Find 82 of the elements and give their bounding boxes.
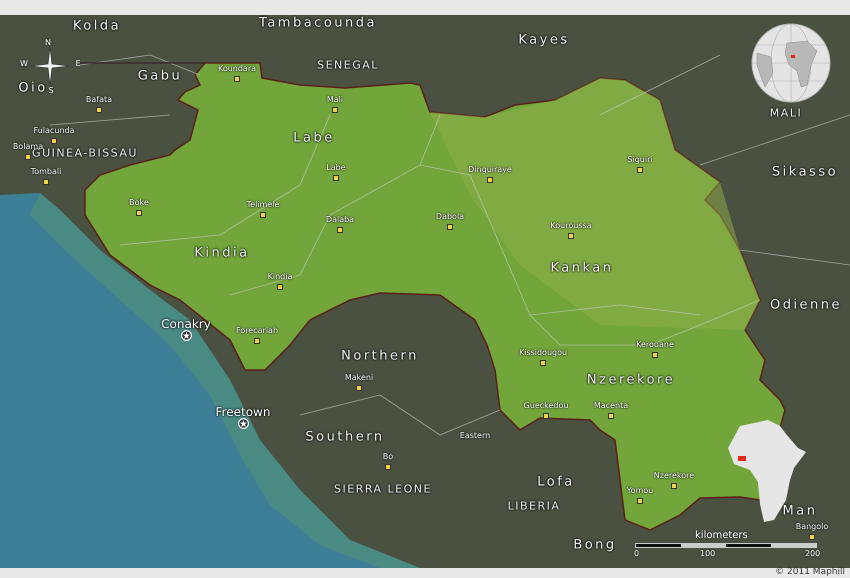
town-label: Labe [326,164,346,172]
country-label: SENEGAL [317,60,379,70]
region-label: Odienne [770,298,842,312]
town-label: Siguiri [627,156,653,164]
region-label: Sikasso [772,166,838,178]
region-label: Southern [305,430,385,444]
town-marker [43,179,49,185]
compass-letter: W [20,60,28,68]
town-label: Eastern [460,432,490,440]
capital-label: Conakry [161,318,211,330]
region-label: Man [782,504,818,518]
region-label: Labe [293,132,335,144]
region-label: Lofa [537,476,575,488]
town-label: Yomou [626,487,654,495]
town-label: Forecariah [236,327,278,335]
region-label: Kolda [72,20,122,32]
town-marker [234,76,240,82]
town-label: Bo [382,453,394,461]
town-label: Kouroussa [550,222,592,230]
country-label: MALI [770,108,802,118]
town-marker [809,534,815,540]
scale-unit-label: kilometers [695,531,748,541]
town-marker [136,210,142,216]
town-label: Gueckedou [524,402,568,410]
town-marker [637,498,643,504]
town-label: Kissidougou [518,349,568,357]
town-marker [277,284,283,290]
country-label: SIERRA LEONE [334,484,432,494]
town-marker [671,483,677,489]
scale-tick-label: 200 [805,550,820,558]
country-label: LIBERIA [508,500,560,512]
compass-letter: N [45,39,51,47]
copyright-text: © 2011 Maphill [775,568,845,577]
town-marker [608,413,614,419]
town-marker [637,167,643,173]
town-label: Koundara [218,65,256,73]
town-marker [332,107,338,113]
region-label: Kindia [194,246,250,260]
town-label: Bangolo [796,523,828,531]
town-marker [487,177,493,183]
town-marker [96,107,102,113]
compass-letter: S [48,87,54,95]
town-label: Boke [129,199,149,207]
region-label: Kayes [518,34,570,46]
region-label: Oio [18,82,48,94]
town-marker [260,212,266,218]
town-label: Dinguiraye [468,166,512,174]
town-marker [652,352,658,358]
town-label: Tombali [30,168,62,176]
town-marker [25,154,31,160]
town-marker [333,175,339,181]
region-label: Nzerekore [586,374,676,386]
scale-tick-label: 100 [700,550,716,558]
region-label: Northern [341,350,419,362]
town-marker [51,138,57,144]
scale-tick-label: 0 [634,550,640,558]
town-label: Macenta [594,402,628,410]
town-marker [356,385,362,391]
town-label: Makeni [344,374,374,382]
town-label: Nzerekore [654,472,694,480]
town-label: Bafata [86,96,112,104]
country-label: GUINEA-BISSAU [32,148,138,158]
region-label: Bong [573,538,617,552]
capital-label: Freetown [216,406,270,418]
town-marker [568,233,574,239]
town-label: Telimele [246,201,280,209]
town-marker [543,413,549,419]
region-label: Tambacounda [259,16,377,30]
town-marker [540,360,546,366]
town-marker [254,338,260,344]
town-marker [447,224,453,230]
region-label: Kankan [550,262,614,274]
town-label: Dalaba [326,216,354,224]
town-marker [337,227,343,233]
town-label: Fulacunda [34,127,74,135]
region-label: Gabu [138,70,182,82]
town-label: Kindia [268,273,292,281]
town-marker [385,464,391,470]
compass-letter: E [75,60,81,68]
town-label: Kerouane [636,341,674,349]
town-label: Dabola [436,213,464,221]
town-label: Mali [326,96,344,104]
